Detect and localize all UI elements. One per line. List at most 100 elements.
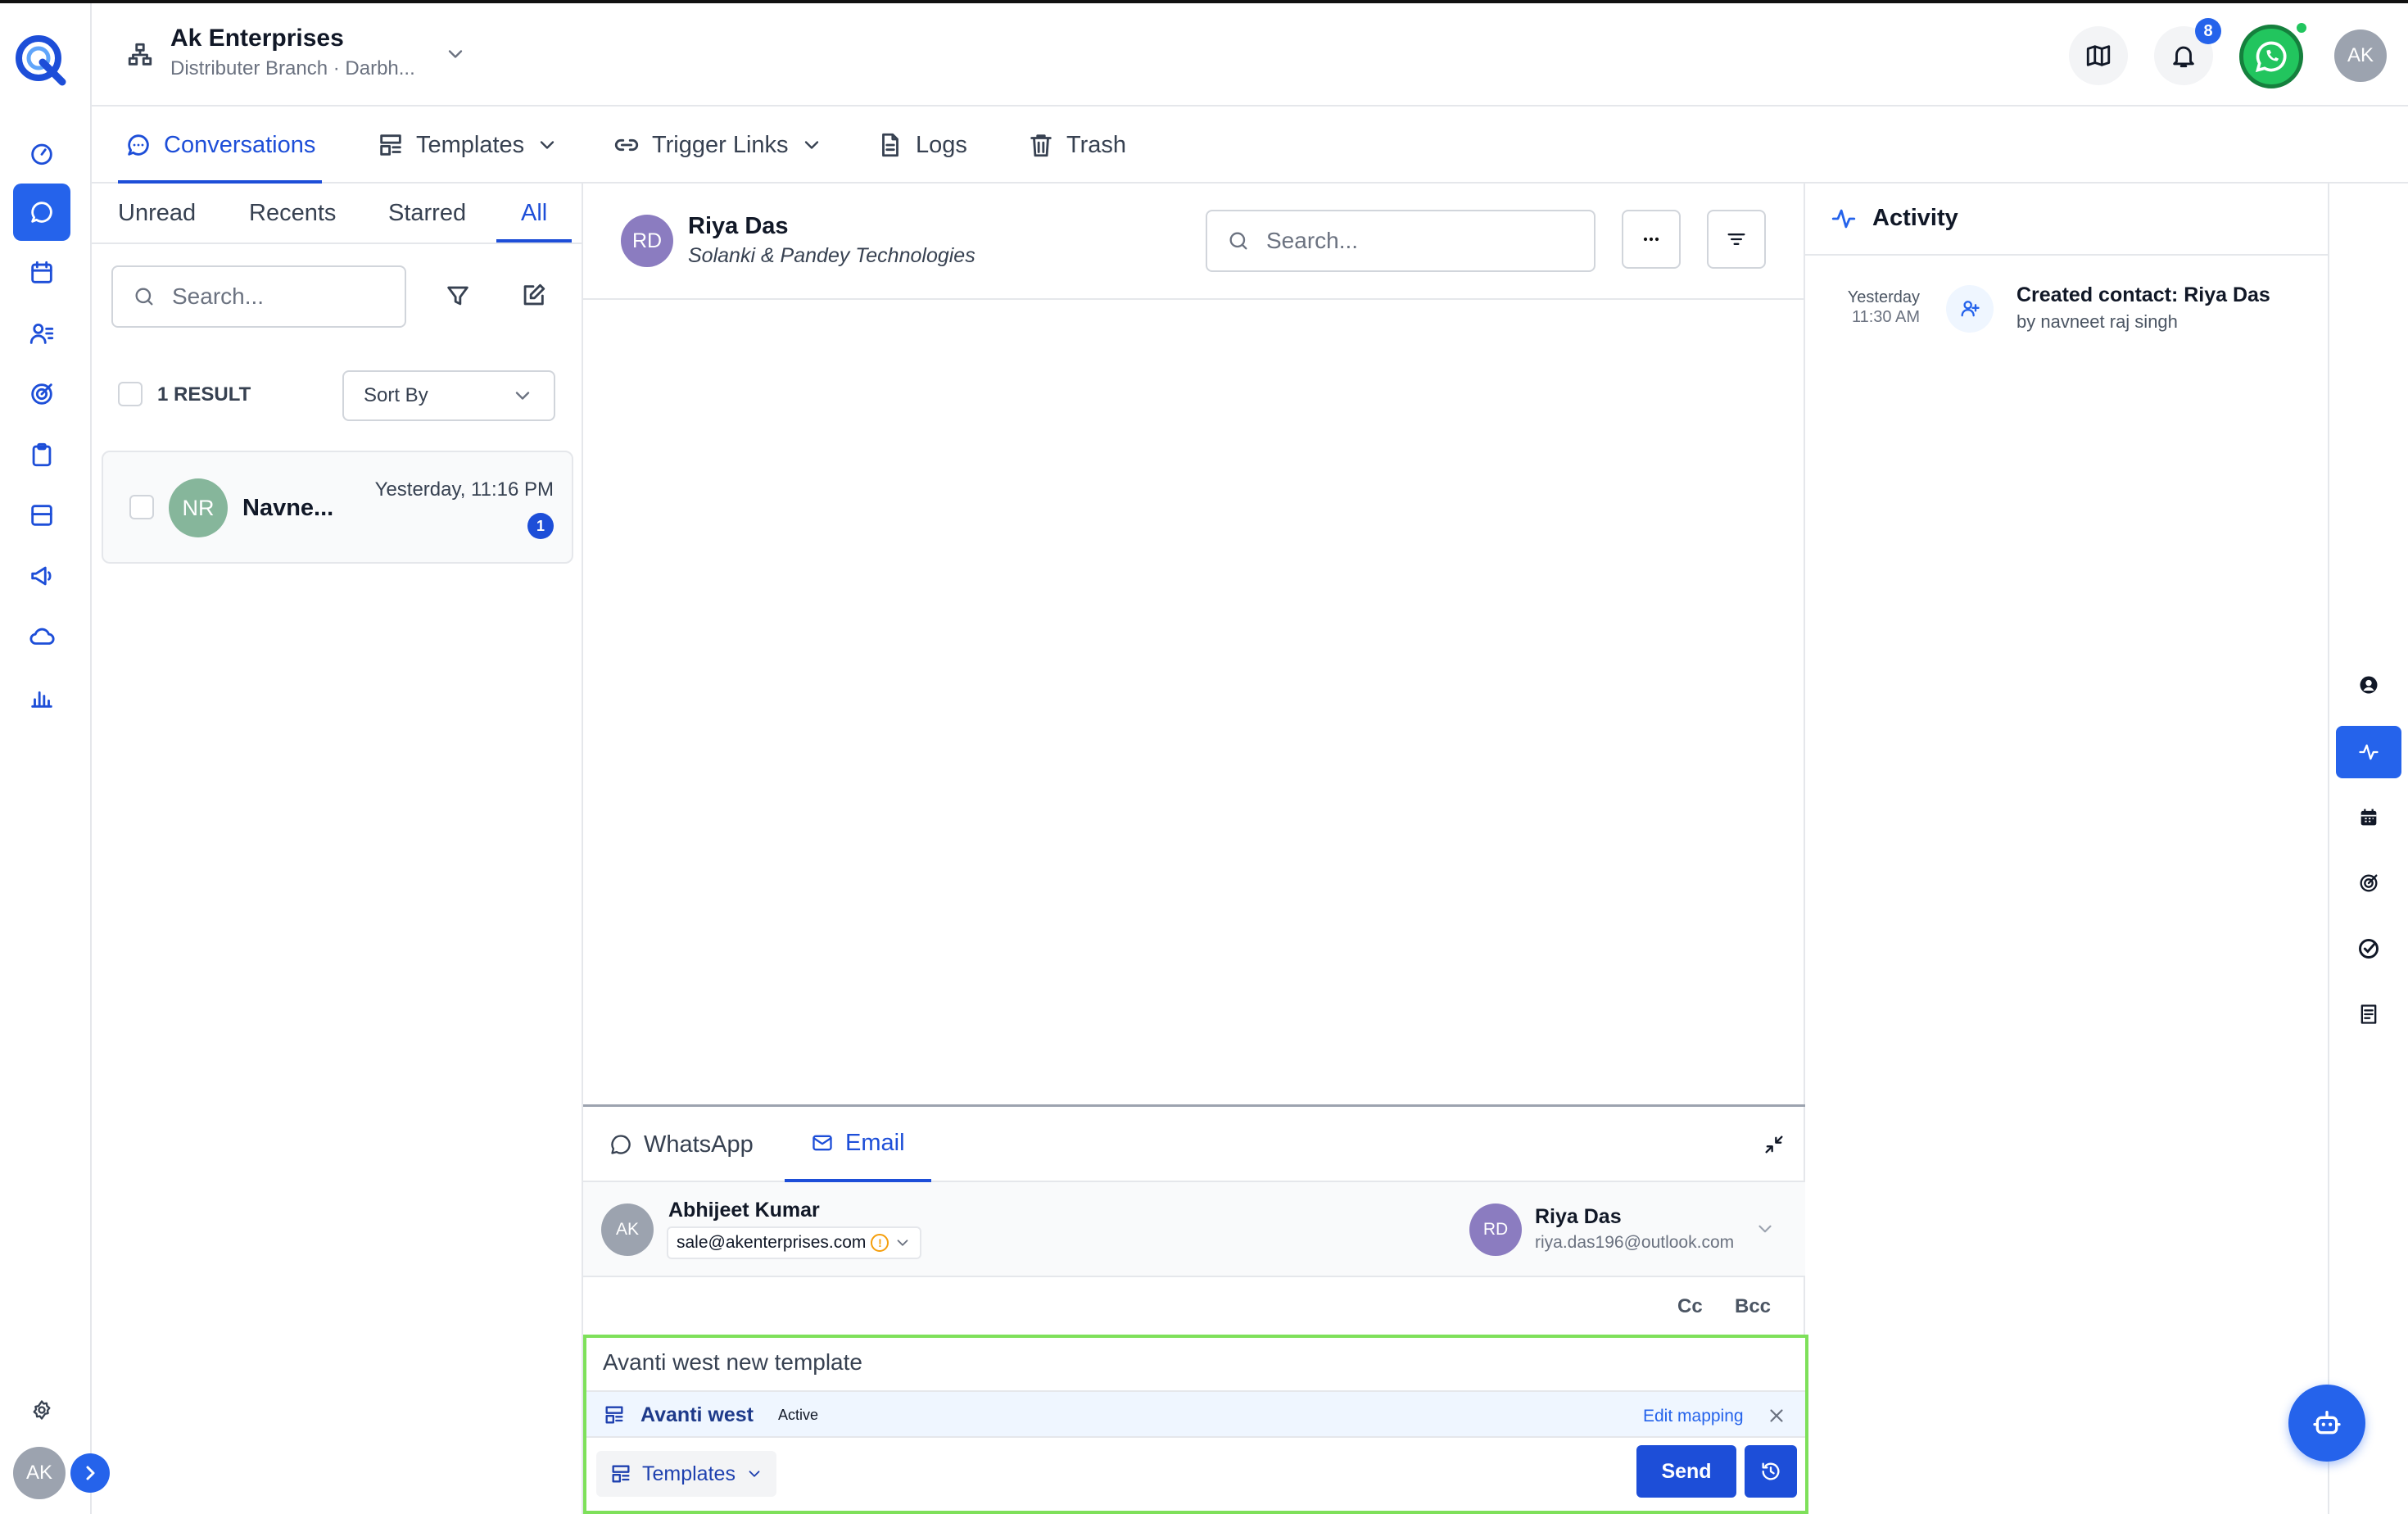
- message-area: [583, 301, 1805, 1106]
- filter-icon[interactable]: [444, 282, 472, 310]
- calendar-icon[interactable]: [13, 244, 70, 301]
- dashboard-icon[interactable]: [13, 125, 70, 182]
- activity-item-by: by navneet raj singh: [2016, 311, 2178, 332]
- analytics-icon[interactable]: [13, 669, 70, 726]
- user-avatar[interactable]: AK: [2334, 29, 2387, 82]
- close-icon[interactable]: [1766, 1405, 1787, 1426]
- chat-search[interactable]: Search...: [1206, 210, 1596, 272]
- edit-mapping-link[interactable]: Edit mapping: [1643, 1407, 1744, 1426]
- activity-item: Yesterday 11:30 AM Created contact: Riya…: [1805, 280, 2328, 354]
- chevron-down-icon: [515, 392, 530, 400]
- tab-trash[interactable]: Trash: [1027, 107, 1126, 184]
- subtab-unread[interactable]: Unread: [118, 184, 196, 243]
- whatsapp-icon: [611, 1135, 631, 1154]
- megaphone-icon[interactable]: [13, 547, 70, 605]
- template-icon: [380, 134, 401, 156]
- branch-icon: [126, 41, 154, 69]
- sender-avatar: AK: [601, 1203, 654, 1256]
- compose-icon[interactable]: [519, 282, 547, 310]
- add-user-icon: [1946, 285, 1994, 333]
- item-checkbox[interactable]: [129, 495, 154, 519]
- task-check-icon[interactable]: [2336, 922, 2401, 975]
- chat-filter-button[interactable]: [1707, 210, 1766, 269]
- select-all-checkbox[interactable]: [118, 382, 143, 406]
- contact-name: Navne...: [242, 495, 334, 521]
- profile-icon[interactable]: [2336, 659, 2401, 711]
- sort-by-select[interactable]: Sort By: [342, 370, 555, 421]
- email-header: AK Abhijeet Kumar sale@akenterprises.com…: [583, 1182, 1805, 1277]
- channel-label: WhatsApp: [644, 1131, 754, 1158]
- clipboard-icon[interactable]: [13, 426, 70, 483]
- tab-logs[interactable]: Logs: [876, 107, 967, 184]
- whatsapp-icon: [2255, 41, 2287, 73]
- chevron-down-icon: [541, 141, 554, 149]
- collapse-icon[interactable]: [1763, 1133, 1786, 1156]
- rail-user-avatar[interactable]: AK: [13, 1447, 66, 1499]
- chat-header: RD Riya Das Solanki & Pandey Technologie…: [583, 184, 1805, 300]
- activity-panel: Activity Yesterday 11:30 AM Created cont…: [1805, 184, 2329, 1514]
- send-button[interactable]: Send: [1636, 1445, 1736, 1498]
- warning-icon: !: [871, 1234, 889, 1252]
- bell-icon: [2173, 46, 2194, 68]
- divider: [92, 243, 583, 244]
- template-icon: [612, 1465, 630, 1483]
- conversation-search[interactable]: Search...: [111, 265, 406, 328]
- contacts-icon[interactable]: [13, 305, 70, 362]
- chevron-down-icon: [804, 141, 818, 149]
- recipient-name: Riya Das: [1535, 1205, 1622, 1228]
- mail-icon: [812, 1135, 832, 1151]
- target-icon[interactable]: [13, 365, 70, 423]
- chat-contact-avatar: RD: [621, 215, 673, 267]
- sender-email-select[interactable]: sale@akenterprises.com !: [667, 1226, 922, 1259]
- activity-item-title: Created contact: Riya Das: [2016, 283, 2270, 306]
- tab-label: Templates: [416, 131, 525, 158]
- conversations-icon[interactable]: [13, 184, 70, 241]
- target-icon[interactable]: [2336, 857, 2401, 909]
- more-options-button[interactable]: [1622, 210, 1681, 269]
- recipient-email: riya.das196@outlook.com: [1535, 1233, 1735, 1252]
- assistant-bot-button[interactable]: [2288, 1385, 2365, 1462]
- search-icon: [135, 288, 153, 306]
- templates-button[interactable]: Templates: [596, 1451, 776, 1497]
- conversation-item[interactable]: NR Navne... Yesterday, 11:16 PM 1: [102, 451, 573, 564]
- tab-trigger-links[interactable]: Trigger Links: [613, 107, 823, 184]
- chat-bubble-icon: [128, 134, 149, 156]
- inbox-icon[interactable]: [13, 487, 70, 544]
- activity-title: Activity: [1872, 205, 1958, 231]
- bcc-button[interactable]: Bcc: [1735, 1295, 1771, 1318]
- chevron-down-icon[interactable]: [1754, 1218, 1776, 1240]
- tab-conversations[interactable]: Conversations: [118, 107, 323, 184]
- org-switcher[interactable]: Ak Enterprises Distributer Branch · Darb…: [170, 25, 415, 80]
- channel-tab-email[interactable]: Email: [785, 1107, 931, 1182]
- subtab-starred[interactable]: Starred: [388, 184, 466, 243]
- subtab-recents[interactable]: Recents: [249, 184, 336, 243]
- search-icon: [1229, 232, 1247, 250]
- document-icon: [882, 133, 898, 157]
- chevron-down-icon: [898, 1240, 908, 1246]
- app-logo[interactable]: [11, 31, 69, 88]
- subtab-all[interactable]: All: [496, 184, 573, 243]
- channel-tabs: WhatsApp Email: [583, 1107, 1805, 1182]
- trash-icon: [1030, 134, 1052, 157]
- settings-icon[interactable]: [13, 1381, 70, 1439]
- schedule-button[interactable]: [1745, 1445, 1797, 1498]
- chevron-down-icon[interactable]: [444, 43, 467, 66]
- activity-header: Activity: [1805, 184, 2328, 256]
- cc-button[interactable]: Cc: [1677, 1295, 1703, 1318]
- right-rail: [2288, 184, 2408, 1514]
- conversation-list-panel: Unread Recents Starred All Search... 1 R…: [92, 184, 583, 1514]
- cloud-icon[interactable]: [13, 608, 70, 665]
- pulse-icon: [1830, 205, 1858, 233]
- chat-contact-name[interactable]: Riya Das: [688, 213, 789, 240]
- notes-icon[interactable]: [2336, 988, 2401, 1040]
- filter-lines-icon: [1727, 233, 1745, 245]
- channel-tab-whatsapp[interactable]: WhatsApp: [609, 1107, 754, 1182]
- main-nav-tabs: Conversations Templates Trigger Links Lo…: [92, 107, 2408, 184]
- tab-templates[interactable]: Templates: [377, 107, 559, 184]
- whatsapp-button[interactable]: [2239, 25, 2303, 88]
- org-name: Ak Enterprises: [170, 25, 344, 52]
- activity-tab-icon[interactable]: [2336, 726, 2401, 778]
- map-button[interactable]: [2069, 26, 2128, 85]
- calendar-icon[interactable]: [2336, 791, 2401, 844]
- email-subject[interactable]: Avanti west new template: [603, 1349, 862, 1376]
